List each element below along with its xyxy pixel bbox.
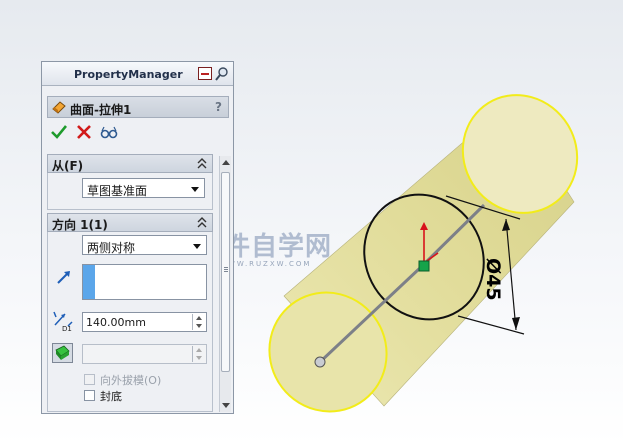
scroll-up-icon[interactable] bbox=[222, 160, 230, 165]
scroll-down-icon[interactable] bbox=[222, 403, 230, 408]
property-manager-title: PropertyManager bbox=[74, 68, 183, 81]
from-section-body: 草图基准面 bbox=[47, 173, 213, 210]
arrow-icon[interactable] bbox=[56, 269, 72, 285]
depth-value: 140.00mm bbox=[86, 316, 146, 329]
property-manager-panel: PropertyManager 曲面-拉伸1 ? 从(F) 草图基准面 方向 1… bbox=[41, 61, 234, 414]
from-section-header[interactable]: 从(F) bbox=[47, 154, 213, 173]
direction1-section-body: 两侧对称 D1 140.00mm 向外拔模(O) 封底 bbox=[47, 232, 213, 412]
axis-end-point bbox=[314, 356, 326, 368]
selection-highlight bbox=[83, 265, 95, 299]
feature-header: 曲面-拉伸1 ? bbox=[47, 96, 229, 118]
extrude-surface-icon bbox=[52, 101, 66, 114]
chevron-up-icon[interactable] bbox=[197, 157, 207, 169]
svg-text:D1: D1 bbox=[62, 325, 72, 332]
chevron-down-icon bbox=[193, 244, 201, 249]
direction1-section-header[interactable]: 方向 1(1) bbox=[47, 213, 213, 232]
property-manager-header: PropertyManager bbox=[42, 62, 233, 86]
cap-end-label: 封底 bbox=[100, 390, 122, 403]
help-icon[interactable]: ? bbox=[215, 100, 222, 114]
direction-reference-box[interactable] bbox=[82, 264, 207, 300]
start-condition-value: 草图基准面 bbox=[87, 184, 148, 198]
cross-icon[interactable] bbox=[75, 124, 93, 140]
glasses-icon[interactable] bbox=[100, 124, 118, 140]
draft-outward-checkbox[interactable] bbox=[84, 374, 95, 385]
end-condition-dropdown[interactable]: 两侧对称 bbox=[82, 235, 207, 255]
draft-outward-label: 向外拔模(O) bbox=[100, 374, 162, 387]
direction1-section-title: 方向 1(1) bbox=[52, 218, 108, 232]
start-condition-dropdown[interactable]: 草图基准面 bbox=[82, 178, 205, 198]
chevron-up-icon[interactable] bbox=[197, 216, 207, 228]
feature-title: 曲面-拉伸1 bbox=[70, 103, 132, 117]
dimension-icon: D1 bbox=[53, 311, 73, 332]
graphics-viewport[interactable] bbox=[234, 0, 623, 445]
checkmark-icon[interactable] bbox=[50, 124, 68, 140]
draft-icon[interactable] bbox=[52, 343, 73, 363]
draft-angle-spinner[interactable] bbox=[192, 346, 205, 362]
chevron-down-icon bbox=[191, 187, 199, 192]
diameter-dimension-label[interactable]: Ø45 bbox=[482, 258, 504, 301]
cap-end-checkbox[interactable] bbox=[84, 390, 95, 401]
depth-spinner[interactable] bbox=[192, 314, 205, 330]
origin-icon bbox=[418, 260, 430, 272]
depth-input[interactable]: 140.00mm bbox=[82, 312, 207, 332]
pin-icon[interactable] bbox=[198, 67, 212, 80]
from-section-title: 从(F) bbox=[52, 159, 84, 173]
magnifier-icon[interactable] bbox=[215, 66, 229, 81]
panel-scrollbar[interactable] bbox=[219, 156, 231, 412]
end-condition-value: 两侧对称 bbox=[87, 241, 136, 255]
draft-angle-input[interactable] bbox=[82, 344, 207, 364]
scroll-thumb[interactable] bbox=[221, 172, 230, 372]
